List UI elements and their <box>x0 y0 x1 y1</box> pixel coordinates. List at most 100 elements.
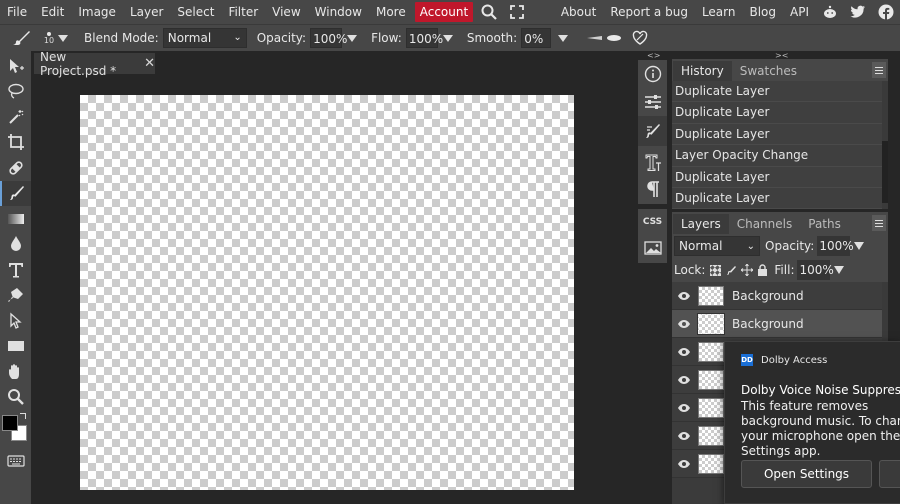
image-panel-icon[interactable] <box>638 235 667 261</box>
foreground-color-swatch[interactable] <box>2 415 18 431</box>
tab-history[interactable]: History <box>673 61 732 81</box>
menu-image[interactable]: Image <box>71 0 123 24</box>
menu-select[interactable]: Select <box>170 0 221 24</box>
menu-edit[interactable]: Edit <box>34 0 71 24</box>
lasso-tool-icon[interactable] <box>0 79 31 105</box>
text-tool-icon[interactable] <box>0 257 31 283</box>
tab-channels[interactable]: Channels <box>729 214 801 234</box>
menu-file[interactable]: File <box>0 0 34 24</box>
flow-dropdown-arrow-icon[interactable] <box>442 34 453 42</box>
link-report-bug[interactable]: Report a bug <box>603 0 695 24</box>
link-about[interactable]: About <box>554 0 603 24</box>
layer-opacity-label: Opacity: <box>765 239 815 253</box>
swap-colors-icon[interactable] <box>20 413 26 419</box>
fill-arrow-icon[interactable] <box>834 266 845 274</box>
link-api[interactable]: API <box>783 0 816 24</box>
twitter-icon[interactable] <box>846 0 870 24</box>
collapse-handle-icon[interactable]: <> <box>647 51 660 60</box>
pressure-brush-icon[interactable] <box>586 33 622 43</box>
blend-mode-value: Normal <box>167 31 212 45</box>
layer-opacity-arrow-icon[interactable] <box>854 242 865 250</box>
paragraph-panel-icon[interactable] <box>638 176 667 202</box>
zoom-tool-icon[interactable] <box>0 385 31 411</box>
brush-tool-icon[interactable] <box>10 29 32 47</box>
smooth-dropdown-arrow-icon[interactable] <box>558 34 569 42</box>
flow-field[interactable]: 100% <box>405 28 443 48</box>
history-menu-icon[interactable] <box>872 62 886 78</box>
layer-opacity-field[interactable]: 100% <box>817 236 854 256</box>
hand-tool-icon[interactable] <box>0 359 31 385</box>
history-item[interactable]: Duplicate Layer <box>672 102 882 124</box>
rectangle-tool-icon[interactable] <box>0 334 31 360</box>
eye-icon[interactable] <box>672 431 696 441</box>
eye-icon[interactable] <box>672 403 696 413</box>
color-swatches[interactable] <box>0 410 31 444</box>
canvas[interactable] <box>80 95 574 490</box>
eye-icon[interactable] <box>672 291 696 301</box>
brush-tool-icon[interactable] <box>0 180 31 206</box>
character-panel-icon[interactable] <box>638 150 667 176</box>
smooth-field[interactable]: 0% <box>521 28 552 48</box>
history-scrollbar[interactable] <box>882 81 888 209</box>
layers-menu-icon[interactable] <box>872 215 886 231</box>
eye-icon[interactable] <box>672 459 696 469</box>
history-item[interactable]: Duplicate Layer <box>672 81 882 103</box>
move-tool-icon[interactable] <box>0 53 31 79</box>
opacity-field[interactable]: 100% <box>310 28 347 48</box>
eye-icon[interactable] <box>672 319 696 329</box>
tab-layers[interactable]: Layers <box>673 214 729 234</box>
lock-pixels-icon[interactable] <box>726 265 737 276</box>
eye-icon[interactable] <box>672 375 696 385</box>
eye-icon[interactable] <box>672 347 696 357</box>
layer-row-selected[interactable]: Background <box>672 310 882 338</box>
menu-window[interactable]: Window <box>308 0 369 24</box>
blend-mode-select[interactable]: Normal ⌄ <box>162 28 247 48</box>
blur-drop-tool-icon[interactable] <box>0 232 31 258</box>
path-select-tool-icon[interactable] <box>0 308 31 334</box>
adjustments-icon[interactable] <box>638 88 667 116</box>
keyboard-icon[interactable] <box>0 448 31 474</box>
open-settings-button[interactable]: Open Settings <box>741 460 872 488</box>
brush-dropdown-arrow-icon[interactable] <box>58 34 68 42</box>
brush-size-preview[interactable]: 10 <box>44 31 54 45</box>
css-panel-icon[interactable]: CSS <box>638 209 667 235</box>
fullscreen-icon[interactable] <box>505 0 529 24</box>
opacity-dropdown-arrow-icon[interactable] <box>347 34 358 42</box>
link-learn[interactable]: Learn <box>695 0 743 24</box>
reddit-icon[interactable] <box>818 0 842 24</box>
tab-paths[interactable]: Paths <box>800 214 849 234</box>
lock-all-icon[interactable] <box>757 264 768 276</box>
document-tab[interactable]: New Project.psd * ✕ <box>34 50 155 78</box>
lock-transparency-icon[interactable] <box>710 264 722 276</box>
crop-tool-icon[interactable] <box>0 130 31 156</box>
link-blog[interactable]: Blog <box>742 0 783 24</box>
healing-tool-icon[interactable] <box>0 155 31 181</box>
menu-view[interactable]: View <box>265 0 307 24</box>
search-icon[interactable] <box>477 0 501 24</box>
history-item[interactable]: Layer Opacity Change <box>672 145 882 167</box>
info-icon[interactable] <box>638 60 667 88</box>
toast-secondary-button[interactable] <box>879 460 900 488</box>
history-item[interactable]: Duplicate Layer <box>672 187 882 210</box>
heart-brush-icon[interactable] <box>632 30 648 46</box>
account-button[interactable]: Account <box>414 2 474 22</box>
fill-label: Fill: <box>774 263 795 277</box>
tab-swatches[interactable]: Swatches <box>732 61 805 81</box>
menu-layer[interactable]: Layer <box>123 0 170 24</box>
magic-wand-tool-icon[interactable] <box>0 104 31 130</box>
layer-row[interactable]: Background <box>672 282 882 310</box>
brush-panel-icon[interactable] <box>638 116 667 146</box>
fill-field[interactable]: 100% <box>797 260 834 280</box>
history-item[interactable]: Duplicate Layer <box>672 123 882 146</box>
menu-more[interactable]: More <box>369 0 413 24</box>
facebook-icon[interactable] <box>874 0 898 24</box>
gradient-tool-icon[interactable] <box>0 206 31 232</box>
history-scroll-thumb[interactable] <box>882 141 888 203</box>
lock-position-icon[interactable] <box>741 264 754 276</box>
layer-blend-select[interactable]: Normal ⌄ <box>674 236 760 256</box>
pen-tool-icon[interactable] <box>0 283 31 309</box>
close-tab-icon[interactable]: ✕ <box>144 56 155 71</box>
history-item[interactable]: Duplicate Layer <box>672 166 882 188</box>
menu-filter[interactable]: Filter <box>221 0 265 24</box>
layers-tabs: Layers Channels Paths <box>672 212 888 234</box>
